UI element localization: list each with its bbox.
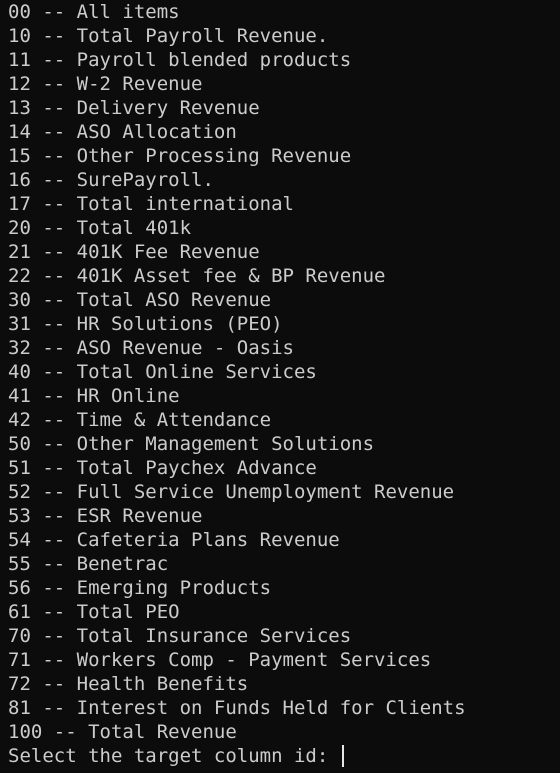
column-list: 00 -- All items 10 -- Total Payroll Reve… [8,0,560,744]
column-option-line: 00 -- All items [8,1,180,23]
column-option-line: 54 -- Cafeteria Plans Revenue [8,529,340,551]
column-option-line: 100 -- Total Revenue [8,721,237,743]
column-option-line: 32 -- ASO Revenue - Oasis [8,337,294,359]
column-option-line: 17 -- Total international [8,193,294,215]
column-option-line: 61 -- Total PEO [8,601,180,623]
column-option-line: 56 -- Emerging Products [8,577,272,599]
column-option-line: 12 -- W-2 Revenue [8,73,203,95]
column-option-line: 52 -- Full Service Unemployment Revenue [8,481,455,503]
input-prompt-line[interactable]: Select the target column id: [8,744,560,768]
column-option-line: 41 -- HR Online [8,385,180,407]
text-cursor[interactable] [341,745,344,767]
column-option-line: 14 -- ASO Allocation [8,121,237,143]
column-option-line: 55 -- Benetrac [8,553,169,575]
column-option-line: 70 -- Total Insurance Services [8,625,352,647]
column-option-line: 10 -- Total Payroll Revenue. [8,25,329,47]
column-option-line: 30 -- Total ASO Revenue [8,289,272,311]
column-option-line: 40 -- Total Online Services [8,361,317,383]
column-option-line: 42 -- Time & Attendance [8,409,272,431]
column-option-line: 20 -- Total 401k [8,217,192,239]
column-option-line: 11 -- Payroll blended products [8,49,352,71]
column-option-line: 31 -- HR Solutions (PEO) [8,313,283,335]
terminal-window[interactable]: 00 -- All items 10 -- Total Payroll Reve… [0,0,560,773]
column-option-line: 72 -- Health Benefits [8,673,249,695]
column-option-line: 81 -- Interest on Funds Held for Clients [8,697,466,719]
column-option-line: 71 -- Workers Comp - Payment Services [8,649,432,671]
column-option-line: 13 -- Delivery Revenue [8,97,260,119]
column-option-line: 50 -- Other Management Solutions [8,433,375,455]
column-option-line: 22 -- 401K Asset fee & BP Revenue [8,265,386,287]
column-option-line: 53 -- ESR Revenue [8,505,203,527]
column-option-line: 16 -- SurePayroll. [8,169,214,191]
column-option-line: 15 -- Other Processing Revenue [8,145,352,167]
column-option-line: 21 -- 401K Fee Revenue [8,241,260,263]
column-option-line: 51 -- Total Paychex Advance [8,457,317,479]
prompt-text: Select the target column id: [8,745,340,767]
